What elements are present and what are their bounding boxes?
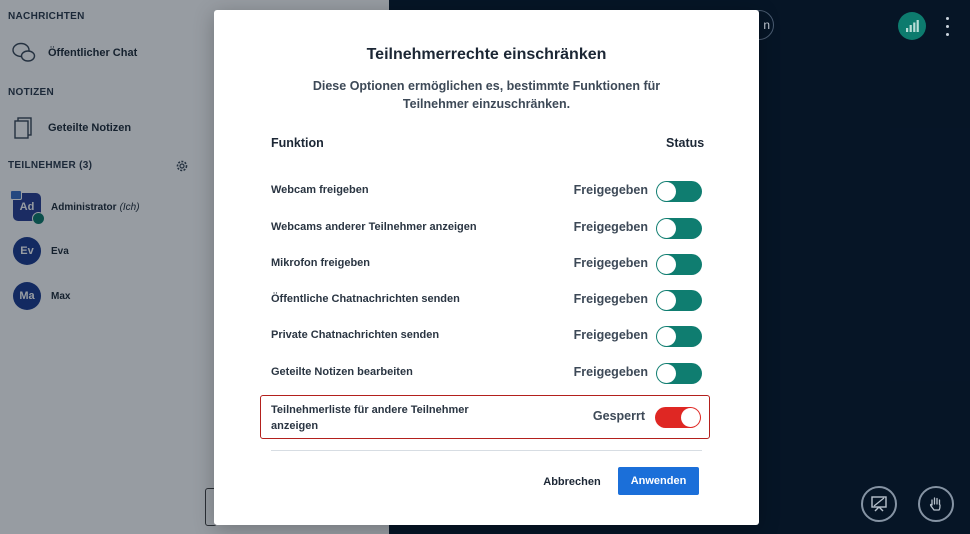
permission-toggle[interactable] xyxy=(656,290,702,311)
permission-row-see-other-webcams: Webcams anderer Teilnehmer anzeigen Frei… xyxy=(271,214,702,242)
permission-status: Freigegeben xyxy=(573,365,648,379)
permission-row-public-chat: Öffentliche Chatnachrichten senden Freig… xyxy=(271,286,702,314)
dot-icon xyxy=(945,24,949,28)
permission-toggle[interactable] xyxy=(655,407,701,428)
permission-label: Teilnehmerliste für andere Teilnehmer an… xyxy=(271,404,469,432)
dot-icon xyxy=(945,32,949,36)
column-header-function: Funktion xyxy=(271,136,324,150)
toggle-knob xyxy=(657,182,676,201)
toggle-knob xyxy=(657,291,676,310)
permission-label: Webcams anderer Teilnehmer anzeigen xyxy=(271,221,477,233)
permission-label: Öffentliche Chatnachrichten senden xyxy=(271,293,460,305)
toggle-knob xyxy=(657,219,676,238)
permission-toggle[interactable] xyxy=(656,181,702,202)
toggle-knob xyxy=(657,327,676,346)
column-header-status: Status xyxy=(666,136,705,150)
permission-row-webcam: Webcam freigeben Freigegeben xyxy=(271,177,702,205)
toggle-knob xyxy=(657,255,676,274)
permission-status: Freigegeben xyxy=(573,292,648,306)
toggle-knob xyxy=(657,364,676,383)
modal-description: Diese Optionen ermöglichen es, bestimmte… xyxy=(312,79,661,111)
permission-status: Gesperrt xyxy=(592,409,645,423)
hand-icon xyxy=(929,497,941,511)
permission-label: Geteilte Notizen bearbeiten xyxy=(271,366,413,378)
permission-status: Freigegeben xyxy=(573,256,648,270)
toggle-knob xyxy=(681,408,700,427)
modal-divider xyxy=(271,450,702,451)
permission-label: Webcam freigeben xyxy=(271,184,369,196)
permission-status: Freigegeben xyxy=(573,328,648,342)
permission-row-microphone: Mikrofon freigeben Freigegeben xyxy=(271,250,702,278)
modal-title: Teilnehmerrechte einschränken xyxy=(366,46,607,63)
presentation-button[interactable] xyxy=(861,486,897,522)
permission-toggle[interactable] xyxy=(656,254,702,275)
permission-row-shared-notes: Geteilte Notizen bearbeiten Freigegeben xyxy=(271,359,702,387)
restrict-permissions-modal: Teilnehmerrechte einschränken Diese Opti… xyxy=(214,10,759,525)
permission-label: Mikrofon freigeben xyxy=(271,257,371,269)
apply-button[interactable]: Anwenden xyxy=(618,467,699,495)
permission-toggle[interactable] xyxy=(656,363,702,384)
permission-status: Freigegeben xyxy=(573,183,648,197)
signal-bars-icon xyxy=(906,20,919,32)
presentation-icon xyxy=(871,496,887,512)
more-options-button[interactable] xyxy=(940,14,954,38)
permission-toggle[interactable] xyxy=(656,218,702,239)
connection-status-button[interactable] xyxy=(898,12,926,40)
permission-toggle[interactable] xyxy=(656,326,702,347)
permission-row-private-chat: Private Chatnachrichten senden Freigegeb… xyxy=(271,322,702,350)
permission-row-user-list: Teilnehmerliste für andere Teilnehmer an… xyxy=(260,395,710,439)
permission-label: Private Chatnachrichten senden xyxy=(271,329,440,341)
cancel-button[interactable]: Abbrechen xyxy=(532,470,612,494)
dot-icon xyxy=(945,16,949,20)
raise-hand-button[interactable] xyxy=(918,486,954,522)
permission-status: Freigegeben xyxy=(573,220,648,234)
